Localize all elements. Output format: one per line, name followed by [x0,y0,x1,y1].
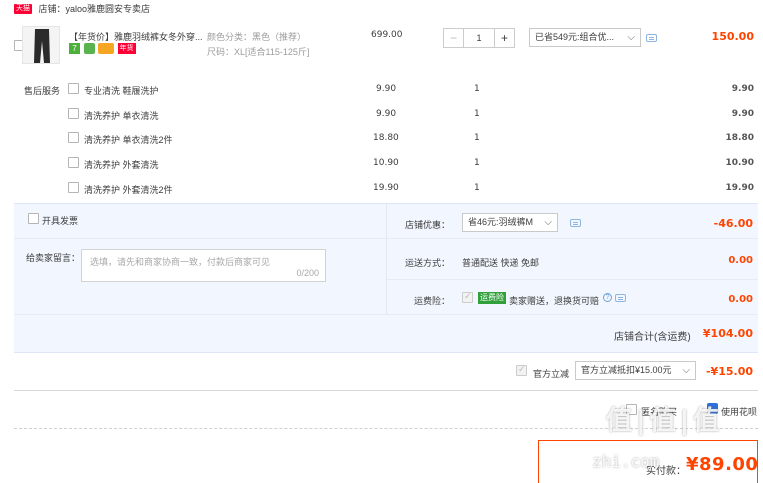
item-subtotal: 150.00 [711,30,754,43]
shop-discount-amount: -46.00 [713,217,753,230]
service-option-label: 清洗养护 单衣清洗 [84,111,159,121]
insurance-text: 卖家赠送，退换货可赔 [509,296,600,306]
item-attr-color: 颜色分类：黑色（推荐） [207,32,307,42]
official-discount-label: 官方立减 [533,369,570,379]
message-counter: 0/200 [296,268,319,278]
service-option-qty: 1 [474,158,480,168]
item-title-link[interactable]: 【年货价】雅鹿羽绒裤女冬外穿... [69,30,203,43]
quantity-decrease-button[interactable]: − [444,29,464,47]
panel-row-divider [14,314,758,315]
item-attr-size: 尺码：XL[适合115-125斤] [207,47,310,57]
service-option-qty: 1 [474,183,480,193]
service-option-total: 19.90 [725,183,754,193]
shop-total-value: ¥104.00 [702,327,753,340]
insurance-amount: 0.00 [728,294,753,305]
quantity-input[interactable]: 1 [464,29,494,47]
service-option-total: 10.90 [725,158,754,168]
official-discount-amount: -¥15.00 [705,365,753,378]
service-option-label: 专业清洗 鞋履洗护 [84,86,159,96]
invoice-label: 开具发票 [42,216,79,226]
official-discount-checkbox[interactable] [516,364,527,376]
card-payment-icon [98,43,115,54]
seven-day-return-icon: 7 [69,43,80,54]
invoice-checkbox[interactable] [28,213,39,224]
item-badges: 7 年货 [69,43,136,54]
shipping-label: 运送方式： [405,258,451,268]
insurance-badge: 运费险 [478,292,506,304]
service-option-price: 9.90 [376,109,397,119]
service-option-checkbox[interactable] [68,83,79,94]
quantity-stepper: − 1 + [443,28,515,48]
official-discount-select[interactable]: 官方立减抵扣¥15.00元 ⌵ [575,361,696,380]
shipping-value: 普通配送 快递 免邮 [462,258,540,268]
insurance-help-icon[interactable]: ? [603,293,612,302]
insurance-chat-icon[interactable] [615,294,626,302]
service-option-checkbox[interactable] [68,157,79,168]
shop-total-label: 店铺合计(含运费) [614,332,691,343]
message-label: 给卖家留言： [26,253,81,263]
item-promo-select[interactable]: 已省549元:组合优... ⌵ [529,28,641,47]
service-option-price: 9.90 [376,84,397,94]
insurance-checkbox[interactable] [462,291,473,303]
guarantee-icon [83,43,95,54]
watermark-text: zhi.com [592,452,660,471]
service-option-price: 19.90 [373,183,399,193]
watermark-logo: 值|值|值 [606,406,721,436]
service-option-qty: 1 [474,133,480,143]
quantity-increase-button[interactable]: + [494,29,514,47]
pay-amount: ¥89.00 [686,454,759,475]
chevron-down-icon: ⌵ [544,217,552,228]
panel-row-divider [14,238,758,239]
shop-header: 天猫 店铺：yaloo雅鹿圆安专卖店 [14,2,150,14]
service-option-qty: 1 [474,109,480,119]
chevron-down-icon: ⌵ [682,365,690,376]
new-year-tag: 年货 [117,43,136,54]
service-option-total: 9.90 [731,84,754,94]
panel-divider [386,204,387,314]
shop-name-link[interactable]: 店铺：yaloo雅鹿圆安专卖店 [39,4,151,14]
tmall-badge: 天猫 [14,3,32,14]
promo-chat-icon[interactable] [646,34,657,42]
service-option-price: 18.80 [373,133,399,143]
section-divider [14,390,758,391]
service-option-checkbox[interactable] [68,108,79,119]
shop-discount-label: 店铺优惠： [405,220,451,230]
item-thumbnail[interactable] [22,26,60,64]
discount-chat-icon[interactable] [570,219,581,227]
message-textarea[interactable]: 选填，请先和商家协商一致，付款后商家可见 0/200 [81,249,326,282]
item-unit-price: 699.00 [371,30,403,40]
panel-row-divider [387,279,758,280]
shop-discount-select[interactable]: 省46元:羽绒裤M ⌵ [462,213,558,232]
service-option-total: 18.80 [725,133,754,143]
service-option-price: 10.90 [373,158,399,168]
service-option-label: 清洗养护 单衣清洗2件 [84,135,173,145]
huabei-label: 使用花呗 [721,407,758,417]
service-option-label: 清洗养护 外套清洗 [84,160,159,170]
service-option-checkbox[interactable] [68,182,79,193]
message-placeholder: 选填，请先和商家协商一致，付款后商家可见 [90,257,271,267]
service-option-checkbox[interactable] [68,132,79,143]
service-option-total: 9.90 [731,109,754,119]
chevron-down-icon: ⌵ [627,32,635,43]
shipping-amount: 0.00 [728,255,753,266]
insurance-label: 运费险： [414,296,451,306]
service-option-qty: 1 [474,84,480,94]
service-option-label: 清洗养护 外套清洗2件 [84,185,173,195]
service-heading: 售后服务 [24,86,61,96]
